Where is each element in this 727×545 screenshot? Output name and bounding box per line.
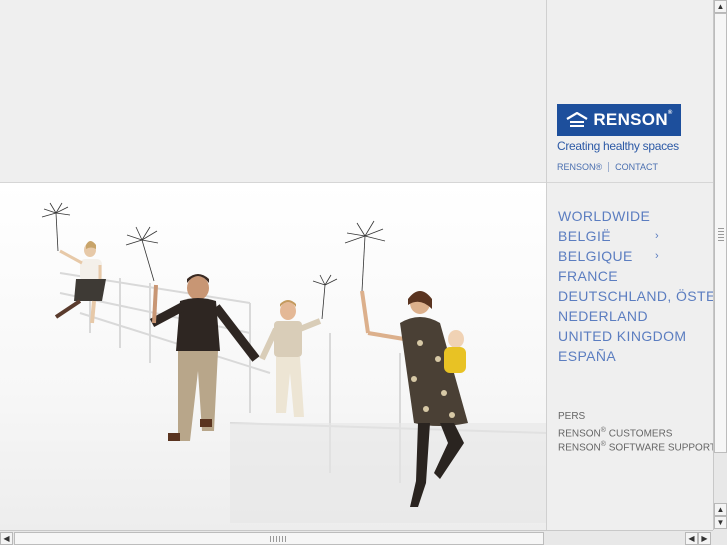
customers-link[interactable]: RENSON® CUSTOMERS bbox=[558, 424, 714, 439]
house-roof-icon bbox=[566, 112, 588, 127]
dandelion-icon bbox=[41, 202, 71, 252]
vertical-scroll-thumb[interactable] bbox=[714, 13, 727, 453]
horizontal-scroll-thumb[interactable] bbox=[14, 532, 544, 545]
grip-icon bbox=[270, 536, 286, 542]
person-man bbox=[149, 274, 260, 441]
vertical-scrollbar[interactable]: ▲ ▲ ▼ bbox=[713, 0, 727, 530]
panel-divider bbox=[547, 182, 714, 183]
scroll-right-arrow-icon[interactable]: ▶ bbox=[698, 532, 711, 545]
horizontal-scrollbar[interactable]: ◀ ◀ ▶ bbox=[0, 530, 713, 545]
link-divider bbox=[608, 162, 610, 172]
scroll-left-arrow-icon[interactable]: ◀ bbox=[685, 532, 698, 545]
country-list: WORLDWIDE BELGIË › BELGIQUE › FRANCE DEUTS… bbox=[558, 206, 714, 366]
top-links: RENSON® CONTACT bbox=[557, 162, 658, 172]
footer-links: PERS RENSON® CUSTOMERS RENSON® SOFTWARE … bbox=[558, 410, 714, 453]
country-espana[interactable]: ESPAÑA bbox=[558, 346, 714, 366]
renson-logo[interactable]: RENSON® bbox=[557, 104, 681, 136]
contact-link[interactable]: CONTACT bbox=[615, 162, 658, 172]
country-belgie[interactable]: BELGIË › bbox=[558, 226, 714, 246]
grip-icon bbox=[718, 227, 724, 241]
scroll-left-arrow-icon[interactable]: ◀ bbox=[0, 532, 13, 545]
person-boy bbox=[259, 300, 322, 417]
country-deutschland[interactable]: DEUTSCHLAND, ÖSTERREICH bbox=[558, 286, 714, 306]
chevron-right-icon: › bbox=[655, 230, 660, 242]
country-united-kingdom[interactable]: UNITED KINGDOM bbox=[558, 326, 714, 346]
scroll-up-arrow-icon[interactable]: ▲ bbox=[714, 503, 727, 516]
top-banner bbox=[0, 0, 546, 183]
navigation-panel: RENSON® Creating healthy spaces RENSON® … bbox=[546, 0, 714, 530]
country-nederland[interactable]: NEDERLAND bbox=[558, 306, 714, 326]
country-belgique[interactable]: BELGIQUE › bbox=[558, 246, 714, 266]
brand-name: RENSON® bbox=[593, 110, 673, 129]
renson-link[interactable]: RENSON® bbox=[557, 162, 602, 172]
chevron-right-icon: › bbox=[655, 250, 660, 262]
scrollbar-corner bbox=[713, 530, 727, 545]
pers-link[interactable]: PERS bbox=[558, 410, 714, 424]
tagline: Creating healthy spaces bbox=[557, 139, 679, 153]
scroll-down-arrow-icon[interactable]: ▼ bbox=[714, 516, 727, 529]
software-support-link[interactable]: RENSON® SOFTWARE SUPPORT bbox=[558, 438, 714, 453]
country-worldwide[interactable]: WORLDWIDE bbox=[558, 206, 714, 226]
hero-photo bbox=[0, 183, 546, 530]
scroll-up-arrow-icon[interactable]: ▲ bbox=[714, 0, 727, 13]
person-woman-left bbox=[54, 241, 106, 324]
country-france[interactable]: FRANCE bbox=[558, 266, 714, 286]
